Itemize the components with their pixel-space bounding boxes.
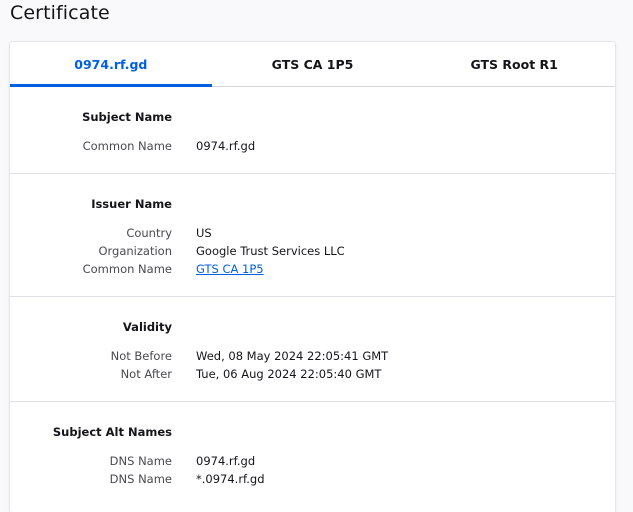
field-label: Not After: [120, 367, 172, 381]
tab-leaf-certificate[interactable]: 0974.rf.gd: [10, 42, 212, 87]
field-label: Common Name: [82, 139, 172, 153]
field-value: 0974.rf.gd: [196, 139, 256, 153]
field-label: DNS Name: [109, 454, 172, 468]
section-subject-name: Subject Name Common Name 0974.rf.gd: [10, 87, 615, 174]
section-validity: Validity Not Before Wed, 08 May 2024 22:…: [10, 297, 615, 402]
section-subject-alt-names: Subject Alt Names DNS Name 0974.rf.gd DN…: [10, 402, 615, 512]
field-label: Organization: [98, 244, 172, 258]
field-value: Google Trust Services LLC: [196, 244, 345, 258]
section-issuer-name: Issuer Name Country US Organization Goog…: [10, 174, 615, 297]
page-title: Certificate: [10, 2, 110, 24]
section-title: Subject Alt Names: [52, 425, 172, 439]
field-value: *.0974.rf.gd: [196, 472, 265, 486]
section-title: Subject Name: [82, 110, 172, 124]
tab-intermediate-certificate[interactable]: GTS CA 1P5: [212, 42, 414, 86]
field-value: Wed, 08 May 2024 22:05:41 GMT: [196, 349, 389, 363]
field-label: Common Name: [82, 262, 172, 276]
tab-root-certificate[interactable]: GTS Root R1: [413, 42, 615, 86]
certificate-tabs: 0974.rf.gd GTS CA 1P5 GTS Root R1: [10, 42, 615, 87]
section-title: Validity: [122, 320, 172, 334]
field-label: Not Before: [110, 349, 172, 363]
section-title: Issuer Name: [91, 197, 172, 211]
field-label: DNS Name: [109, 472, 172, 486]
field-label: Country: [126, 226, 172, 240]
field-value: 0974.rf.gd: [196, 454, 256, 468]
field-value: Tue, 06 Aug 2024 22:05:40 GMT: [196, 367, 382, 381]
issuer-common-name-link[interactable]: GTS CA 1P5: [196, 261, 264, 277]
certificate-card: 0974.rf.gd GTS CA 1P5 GTS Root R1 Subjec…: [10, 42, 615, 512]
field-value: US: [196, 226, 212, 240]
